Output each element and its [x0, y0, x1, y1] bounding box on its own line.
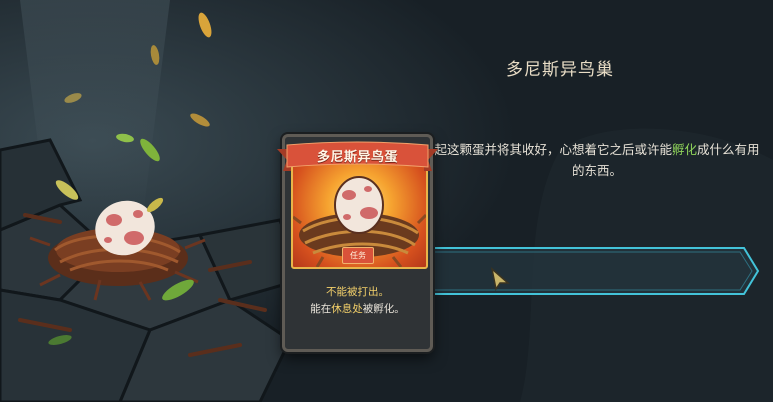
card-effect-line-2: 能在休息处被孵化。	[285, 301, 430, 318]
description-text: 起这颗蛋并将其收好，心想着它之后或许能	[434, 142, 672, 157]
card-effect-keyword: 休息处	[331, 303, 363, 315]
event-scene: 多尼斯异鸟巢 起这颗蛋并将其收好，心想着它之后或许能孵化成什么有用的东西。 多尼…	[0, 0, 773, 402]
pointer-cursor-icon	[490, 267, 510, 291]
card-name: 多尼斯异鸟蛋	[316, 150, 398, 165]
description-highlight: 孵化	[671, 142, 697, 157]
item-description: 起这颗蛋并将其收好，心想着它之后或许能孵化成什么有用的东西。	[432, 139, 762, 181]
card-effect-line-2-post: 被孵化。	[362, 303, 405, 315]
item-title: 多尼斯异鸟巢	[506, 60, 614, 80]
egg-card[interactable]: 多尼斯异鸟蛋 任务 不能被打出。 能在休息处被孵化。	[277, 134, 438, 352]
card-type-tag: 任务	[342, 247, 374, 264]
card-effect-line-1: 不能被打出。	[326, 286, 389, 298]
card-effect-line-2-pre: 能在	[310, 303, 332, 315]
card-effect-text: 不能被打出。 能在休息处被孵化。	[285, 284, 430, 318]
choice-option-bar[interactable]	[418, 246, 760, 296]
